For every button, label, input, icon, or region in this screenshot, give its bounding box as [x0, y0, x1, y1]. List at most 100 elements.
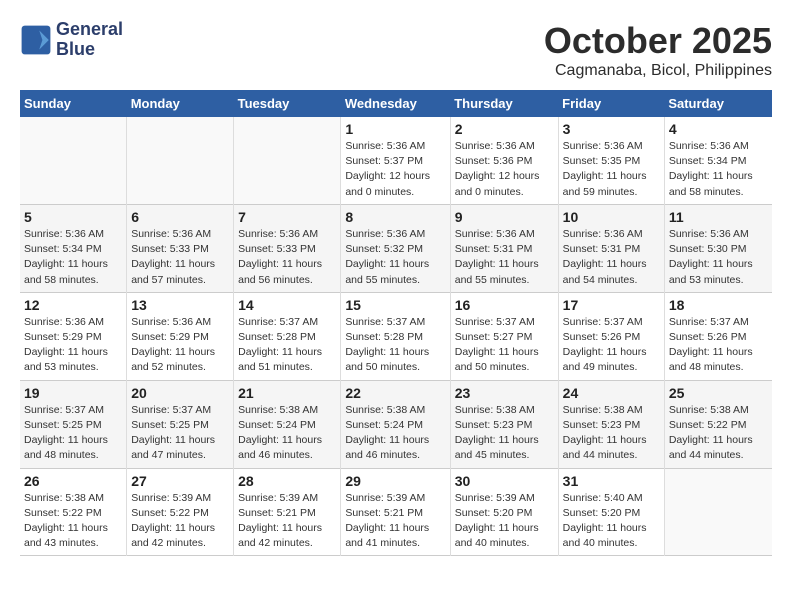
calendar-cell: 8Sunrise: 5:36 AM Sunset: 5:32 PM Daylig… [341, 204, 450, 292]
day-info: Sunrise: 5:36 AM Sunset: 5:30 PM Dayligh… [669, 227, 768, 288]
day-number: 28 [238, 473, 336, 489]
calendar-cell [20, 117, 127, 204]
calendar-cell: 5 Sunrise: 5:36 AM Sunset: 5:34 PM Daylig… [20, 204, 127, 292]
calendar-cell: 3 Sunrise: 5:36 AM Sunset: 5:35 PM Daylig… [558, 117, 664, 204]
weekday-header-monday: Monday [127, 90, 234, 117]
weekday-header-saturday: Saturday [664, 90, 772, 117]
day-info: Sunrise: 5:36 AM Sunset: 5:29 PM Dayligh… [131, 315, 229, 376]
week-row-1: 1Sunrise: 5:36 AM Sunset: 5:37 PM Daylig… [20, 117, 772, 204]
calendar-cell: 9 Sunrise: 5:36 AM Sunset: 5:31 PM Daylig… [450, 204, 558, 292]
day-info: Sunrise: 5:36 AM Sunset: 5:34 PM Dayligh… [669, 139, 768, 200]
logo-icon [20, 24, 52, 56]
logo: General Blue [20, 20, 123, 60]
calendar-cell: 23 Sunrise: 5:38 AM Sunset: 5:23 PM Dayli… [450, 380, 558, 468]
calendar-cell: 26Sunrise: 5:38 AM Sunset: 5:22 PM Dayli… [20, 468, 127, 556]
day-number: 13 [131, 297, 229, 313]
calendar-cell: 4 Sunrise: 5:36 AM Sunset: 5:34 PM Daylig… [664, 117, 772, 204]
calendar-cell [234, 117, 341, 204]
day-info: Sunrise: 5:36 AM Sunset: 5:32 PM Dayligh… [345, 227, 445, 288]
calendar-cell: 1Sunrise: 5:36 AM Sunset: 5:37 PM Daylig… [341, 117, 450, 204]
day-info: Sunrise: 5:38 AM Sunset: 5:23 PM Dayligh… [455, 403, 554, 464]
day-number: 14 [238, 297, 336, 313]
day-info: Sunrise: 5:38 AM Sunset: 5:24 PM Dayligh… [345, 403, 445, 464]
day-info: Sunrise: 5:39 AM Sunset: 5:21 PM Dayligh… [238, 491, 336, 552]
day-number: 22 [345, 385, 445, 401]
day-number: 29 [345, 473, 445, 489]
day-info: Sunrise: 5:36 AM Sunset: 5:33 PM Dayligh… [131, 227, 229, 288]
calendar-cell: 24 Sunrise: 5:38 AM Sunset: 5:23 PM Dayli… [558, 380, 664, 468]
calendar-cell: 28 Sunrise: 5:39 AM Sunset: 5:21 PM Dayli… [234, 468, 341, 556]
calendar-cell: 15Sunrise: 5:37 AM Sunset: 5:28 PM Dayli… [341, 292, 450, 380]
weekday-header-friday: Friday [558, 90, 664, 117]
day-number: 31 [563, 473, 660, 489]
calendar-cell: 19 Sunrise: 5:37 AM Sunset: 5:25 PM Dayli… [20, 380, 127, 468]
location-title: Cagmanaba, Bicol, Philippines [544, 62, 772, 80]
day-number: 1 [345, 121, 445, 137]
day-number: 15 [345, 297, 445, 313]
day-number: 7 [238, 209, 336, 225]
calendar-cell: 30 Sunrise: 5:39 AM Sunset: 5:20 PM Dayli… [450, 468, 558, 556]
calendar-cell: 7Sunrise: 5:36 AM Sunset: 5:33 PM Daylig… [234, 204, 341, 292]
day-number: 12 [24, 297, 122, 313]
calendar-cell: 10 Sunrise: 5:36 AM Sunset: 5:31 PM Dayli… [558, 204, 664, 292]
weekday-header-thursday: Thursday [450, 90, 558, 117]
day-number: 4 [669, 121, 768, 137]
day-info: Sunrise: 5:38 AM Sunset: 5:22 PM Dayligh… [24, 491, 122, 552]
calendar-cell: 29 Sunrise: 5:39 AM Sunset: 5:21 PM Dayli… [341, 468, 450, 556]
day-info: Sunrise: 5:37 AM Sunset: 5:25 PM Dayligh… [24, 403, 122, 464]
calendar-cell: 21Sunrise: 5:38 AM Sunset: 5:24 PM Dayli… [234, 380, 341, 468]
calendar-cell: 20Sunrise: 5:37 AM Sunset: 5:25 PM Dayli… [127, 380, 234, 468]
day-info: Sunrise: 5:39 AM Sunset: 5:22 PM Dayligh… [131, 491, 229, 552]
calendar-cell [664, 468, 772, 556]
title-block: October 2025 Cagmanaba, Bicol, Philippin… [544, 20, 772, 80]
calendar-cell: 27 Sunrise: 5:39 AM Sunset: 5:22 PM Dayli… [127, 468, 234, 556]
day-number: 23 [455, 385, 554, 401]
day-number: 10 [563, 209, 660, 225]
week-row-2: 5 Sunrise: 5:36 AM Sunset: 5:34 PM Daylig… [20, 204, 772, 292]
day-info: Sunrise: 5:37 AM Sunset: 5:26 PM Dayligh… [669, 315, 768, 376]
day-number: 3 [563, 121, 660, 137]
day-info: Sunrise: 5:39 AM Sunset: 5:20 PM Dayligh… [455, 491, 554, 552]
week-row-3: 12 Sunrise: 5:36 AM Sunset: 5:29 PM Dayli… [20, 292, 772, 380]
day-info: Sunrise: 5:36 AM Sunset: 5:36 PM Dayligh… [455, 139, 554, 200]
day-info: Sunrise: 5:36 AM Sunset: 5:35 PM Dayligh… [563, 139, 660, 200]
day-number: 18 [669, 297, 768, 313]
day-number: 19 [24, 385, 122, 401]
calendar-cell: 18 Sunrise: 5:37 AM Sunset: 5:26 PM Dayli… [664, 292, 772, 380]
day-number: 5 [24, 209, 122, 225]
day-info: Sunrise: 5:39 AM Sunset: 5:21 PM Dayligh… [345, 491, 445, 552]
day-number: 17 [563, 297, 660, 313]
calendar-cell: 2Sunrise: 5:36 AM Sunset: 5:36 PM Daylig… [450, 117, 558, 204]
day-info: Sunrise: 5:36 AM Sunset: 5:34 PM Dayligh… [24, 227, 122, 288]
day-number: 24 [563, 385, 660, 401]
calendar-cell: 25 Sunrise: 5:38 AM Sunset: 5:22 PM Dayli… [664, 380, 772, 468]
day-info: Sunrise: 5:38 AM Sunset: 5:23 PM Dayligh… [563, 403, 660, 464]
day-number: 25 [669, 385, 768, 401]
calendar-cell: 14 Sunrise: 5:37 AM Sunset: 5:28 PM Dayli… [234, 292, 341, 380]
weekday-header-wednesday: Wednesday [341, 90, 450, 117]
logo-text: General Blue [56, 20, 123, 60]
day-info: Sunrise: 5:38 AM Sunset: 5:22 PM Dayligh… [669, 403, 768, 464]
day-number: 6 [131, 209, 229, 225]
day-info: Sunrise: 5:37 AM Sunset: 5:26 PM Dayligh… [563, 315, 660, 376]
month-title: October 2025 [544, 20, 772, 62]
calendar-cell: 31 Sunrise: 5:40 AM Sunset: 5:20 PM Dayli… [558, 468, 664, 556]
day-info: Sunrise: 5:37 AM Sunset: 5:27 PM Dayligh… [455, 315, 554, 376]
day-number: 21 [238, 385, 336, 401]
day-info: Sunrise: 5:36 AM Sunset: 5:31 PM Dayligh… [563, 227, 660, 288]
day-info: Sunrise: 5:37 AM Sunset: 5:25 PM Dayligh… [131, 403, 229, 464]
page-header: General Blue October 2025 Cagmanaba, Bic… [20, 20, 772, 80]
week-row-4: 19 Sunrise: 5:37 AM Sunset: 5:25 PM Dayli… [20, 380, 772, 468]
day-info: Sunrise: 5:37 AM Sunset: 5:28 PM Dayligh… [238, 315, 336, 376]
calendar-cell: 16 Sunrise: 5:37 AM Sunset: 5:27 PM Dayli… [450, 292, 558, 380]
day-number: 30 [455, 473, 554, 489]
day-number: 9 [455, 209, 554, 225]
day-number: 16 [455, 297, 554, 313]
calendar-cell: 11Sunrise: 5:36 AM Sunset: 5:30 PM Dayli… [664, 204, 772, 292]
week-row-5: 26Sunrise: 5:38 AM Sunset: 5:22 PM Dayli… [20, 468, 772, 556]
weekday-header-tuesday: Tuesday [234, 90, 341, 117]
day-info: Sunrise: 5:40 AM Sunset: 5:20 PM Dayligh… [563, 491, 660, 552]
calendar-cell: 22 Sunrise: 5:38 AM Sunset: 5:24 PM Dayli… [341, 380, 450, 468]
day-info: Sunrise: 5:36 AM Sunset: 5:31 PM Dayligh… [455, 227, 554, 288]
day-number: 27 [131, 473, 229, 489]
